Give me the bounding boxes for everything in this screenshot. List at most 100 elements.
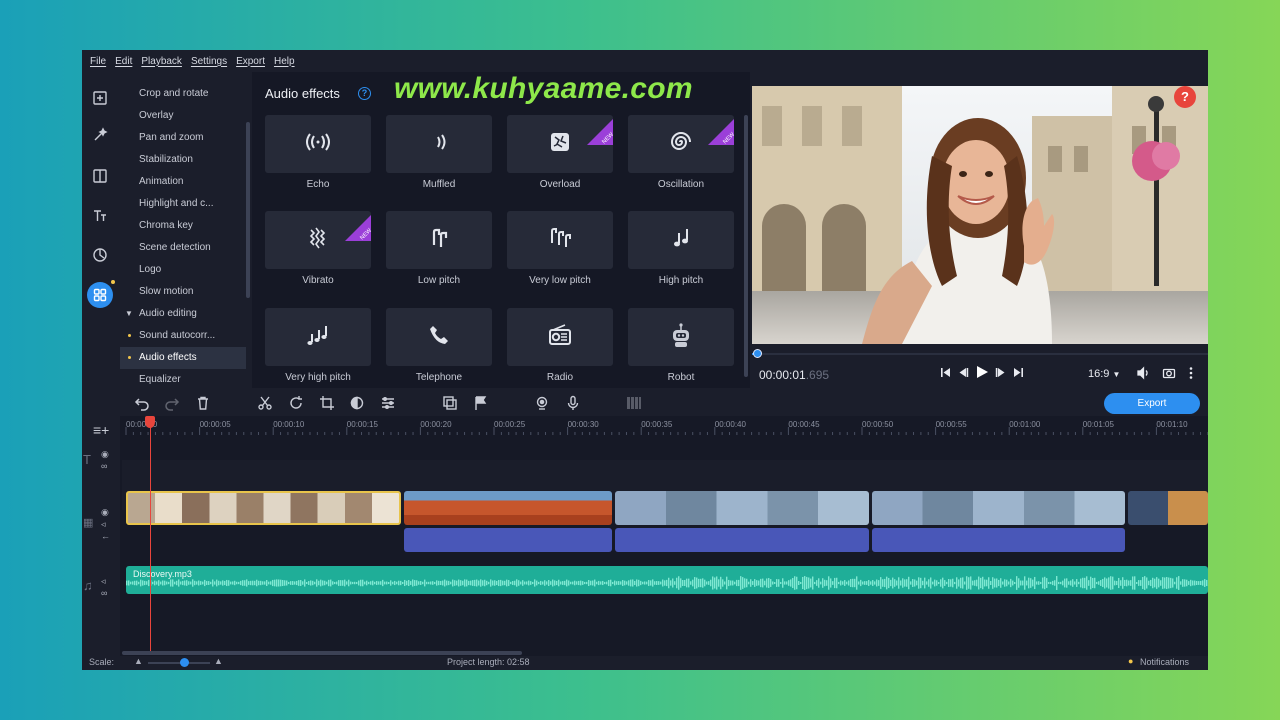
titles-icon[interactable] <box>87 203 113 229</box>
sidebar-item[interactable]: Equalizer <box>120 369 246 388</box>
effect-tile[interactable] <box>628 211 734 269</box>
color-adjust-icon[interactable] <box>349 395 365 411</box>
zoom-out-icon[interactable]: ▲ <box>134 656 143 666</box>
video-link-icon[interactable]: ← <box>101 531 110 541</box>
play-icon[interactable] <box>976 365 989 382</box>
add-track-icon[interactable]: ≡+ <box>93 422 109 438</box>
sidebar-item[interactable]: Overlay <box>120 105 246 127</box>
timeline-scrollbar[interactable] <box>122 651 522 655</box>
link-icon[interactable]: ∞ <box>101 461 107 471</box>
effect-tile[interactable] <box>628 308 734 366</box>
sidebar-item[interactable]: Slow motion <box>120 281 246 303</box>
microphone-icon[interactable] <box>565 395 581 411</box>
effect-tile-label: Radio <box>546 372 574 383</box>
audio-waveform <box>126 576 1208 590</box>
frame-back-icon[interactable] <box>958 367 969 381</box>
undo-icon[interactable] <box>134 395 150 411</box>
scale-slider-knob[interactable] <box>180 658 189 667</box>
effect-tile[interactable] <box>386 211 492 269</box>
clip-transition-bar-2[interactable] <box>615 528 869 552</box>
video-preview[interactable] <box>752 86 1208 344</box>
sidebar-item[interactable]: Chroma key <box>120 215 246 237</box>
audio-mute-icon[interactable]: ◃ <box>101 576 106 587</box>
magic-wand-icon[interactable] <box>87 122 113 148</box>
audio-effects-panel: Audio effects ? Echo Muffled NEW Overload NE… <box>252 72 750 388</box>
rotate-icon[interactable] <box>288 395 304 411</box>
video-mute-icon[interactable]: ◃ <box>101 519 106 530</box>
sidebar-item[interactable]: Highlight and c... <box>120 193 246 215</box>
aspect-ratio-select[interactable]: 16:9 ▼ <box>1088 368 1120 380</box>
scale-slider[interactable] <box>148 662 210 664</box>
menu-export[interactable]: Export <box>236 56 265 67</box>
volume-icon[interactable] <box>1136 366 1150 383</box>
more-tools-list: Crop and rotate Overlay Pan and zoom Stabil… <box>120 83 246 388</box>
progress-knob[interactable] <box>752 349 762 358</box>
record-webcam-icon[interactable] <box>534 395 550 411</box>
audio-link-icon[interactable]: ∞ <box>101 588 107 598</box>
marker-flag-icon[interactable] <box>473 395 489 411</box>
sidebar-item-label: Sound autocorr... <box>139 330 216 341</box>
overlay-icon[interactable] <box>442 395 458 411</box>
delete-icon[interactable] <box>195 395 211 411</box>
more-tools-icon[interactable] <box>87 282 113 308</box>
clip-properties-icon[interactable] <box>380 395 396 411</box>
menu-edit[interactable]: Edit <box>115 56 132 67</box>
video-clip-sunset-1[interactable] <box>615 491 869 525</box>
preview-progress-bar[interactable] <box>752 349 1208 358</box>
video-clip-selfie[interactable] <box>126 491 401 525</box>
sidebar-item-label: Logo <box>139 264 162 275</box>
sidebar-item[interactable]: Pan and zoom <box>120 127 246 149</box>
menu-help[interactable]: Help <box>274 56 295 67</box>
frame-forward-icon[interactable] <box>995 367 1006 381</box>
effect-tile[interactable] <box>265 115 371 173</box>
menu-settings[interactable]: Settings <box>191 56 227 67</box>
effect-tile[interactable] <box>386 308 492 366</box>
sidebar-item[interactable]: Sound autocorr... <box>120 325 246 347</box>
sidebar-item[interactable]: Animation <box>120 171 246 193</box>
redo-icon[interactable] <box>164 395 180 411</box>
visibility-eye-icon[interactable]: ◉ <box>101 449 109 460</box>
effect-tile[interactable]: NEW <box>628 115 734 173</box>
crop-icon[interactable] <box>319 395 335 411</box>
effect-tile[interactable] <box>265 308 371 366</box>
sidebar-item[interactable]: Stabilization <box>120 149 246 171</box>
zoom-in-icon[interactable]: ▲ <box>214 656 223 666</box>
export-button[interactable]: Export <box>1104 393 1200 414</box>
side-list-scrollbar[interactable] <box>246 122 250 298</box>
skip-end-icon[interactable] <box>1013 367 1024 381</box>
import-files-icon[interactable] <box>87 85 113 111</box>
effect-tile[interactable]: NEW <box>265 211 371 269</box>
effect-tile[interactable] <box>507 308 613 366</box>
timecode: 00:00:01.695 <box>759 368 830 382</box>
effect-tile[interactable]: NEW <box>507 115 613 173</box>
video-clip-lighthouse[interactable] <box>1128 491 1208 525</box>
notifications-link[interactable]: Notifications <box>1140 657 1189 667</box>
playhead-handle[interactable] <box>145 416 155 428</box>
effect-tile[interactable] <box>386 115 492 173</box>
stickers-icon[interactable] <box>87 242 113 268</box>
sidebar-item[interactable]: ▼ Audio editing <box>120 303 246 325</box>
sidebar-item[interactable]: Crop and rotate <box>120 83 246 105</box>
sidebar-item[interactable]: Scene detection <box>120 237 246 259</box>
menu-file[interactable]: File <box>90 56 106 67</box>
chroma-grid-icon[interactable] <box>626 395 642 411</box>
sidebar-item[interactable]: Logo <box>120 259 246 281</box>
transitions-icon[interactable] <box>87 163 113 189</box>
playhead[interactable] <box>150 416 151 654</box>
effect-tile[interactable] <box>507 211 613 269</box>
video-clip-sunset-2[interactable] <box>872 491 1125 525</box>
skip-start-icon[interactable] <box>940 367 951 381</box>
clip-transition-bar[interactable] <box>404 528 612 552</box>
more-options-icon[interactable] <box>1188 366 1194 383</box>
clip-transition-bar-3[interactable] <box>872 528 1125 552</box>
cut-icon[interactable] <box>257 395 273 411</box>
menu-playback[interactable]: Playback <box>141 56 182 67</box>
help-icon[interactable]: ? <box>358 87 371 100</box>
effects-scrollbar[interactable] <box>744 115 748 377</box>
video-visibility-eye-icon[interactable]: ◉ <box>101 507 109 518</box>
video-clip-canyon[interactable] <box>404 491 612 525</box>
audio-clip[interactable]: Discovery.mp3 <box>126 566 1208 594</box>
help-badge-icon[interactable]: ? <box>1174 86 1196 108</box>
snapshot-icon[interactable] <box>1162 366 1176 383</box>
sidebar-item[interactable]: Audio effects <box>120 347 246 369</box>
